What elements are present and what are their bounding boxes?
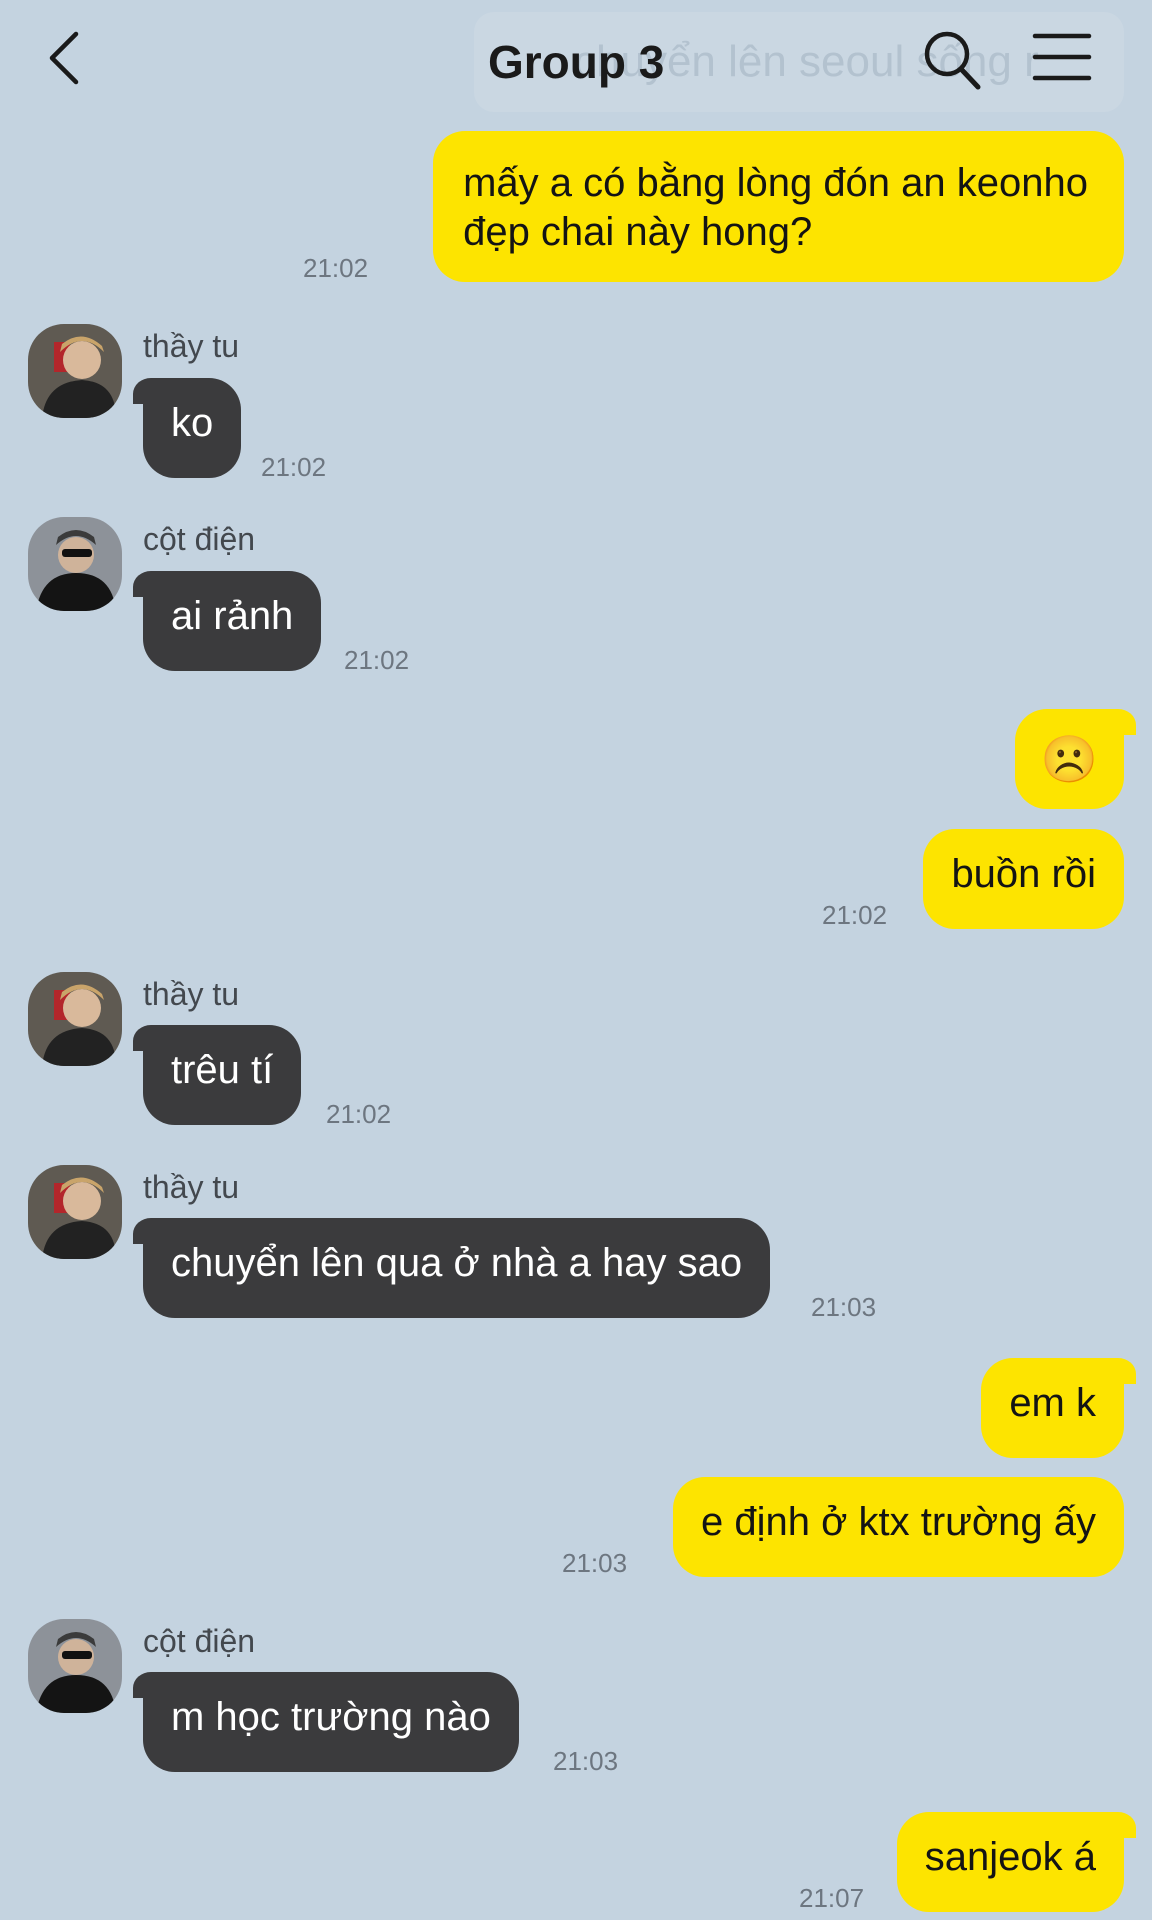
avatar-thay-tu[interactable]	[28, 324, 122, 418]
message-time: 21:02	[822, 900, 888, 930]
message-text: buồn rồi	[951, 852, 1096, 896]
message-time: 21:02	[326, 1099, 392, 1129]
frowning-face-emoji: ☹️	[1040, 733, 1098, 785]
avatar-photo-icon	[28, 324, 122, 418]
chat-header: chuyển lên seoul sống r Group 3	[0, 0, 1152, 120]
message-time: 21:02	[261, 452, 327, 482]
message-text: m học trường nào	[171, 1695, 491, 1739]
message-time: 21:02	[344, 645, 410, 675]
sender-name: thầy tu	[143, 1169, 240, 1205]
menu-button[interactable]	[1032, 30, 1092, 84]
incoming-message-bubble[interactable]: ko	[132, 378, 242, 478]
avatar-photo-icon	[28, 972, 122, 1066]
hamburger-menu-icon	[1032, 33, 1092, 81]
message-text: đẹp chai này hong?	[463, 210, 813, 254]
message-time: 21:03	[562, 1548, 628, 1578]
avatar-thay-tu[interactable]	[28, 972, 122, 1066]
message-time: 21:02	[303, 253, 369, 283]
message-text: ai rảnh	[171, 594, 294, 638]
avatar-photo-icon	[28, 1619, 122, 1713]
message-time: 21:07	[799, 1883, 865, 1913]
message-text: e định ở ktx trường ấy	[701, 1500, 1096, 1544]
message-text: trêu tí	[171, 1048, 274, 1092]
outgoing-message-bubble[interactable]: ☹️	[1014, 709, 1137, 809]
avatar-photo-icon	[28, 1165, 122, 1259]
message-text: mấy a có bằng lòng đón an keonho	[463, 161, 1088, 205]
outgoing-message-bubble[interactable]: buồn rồi	[923, 829, 1124, 929]
chat-title: Group 3	[488, 36, 665, 88]
avatar-thay-tu[interactable]	[28, 1165, 122, 1259]
message-time: 21:03	[811, 1292, 877, 1322]
message-text: sanjeok á	[924, 1835, 1096, 1879]
search-button[interactable]	[922, 28, 982, 92]
outgoing-message-bubble[interactable]: e định ở ktx trường ấy	[673, 1477, 1124, 1577]
sender-name: thầy tu	[143, 976, 240, 1012]
sender-name: cột điện	[143, 521, 256, 557]
sender-name: thầy tu	[143, 328, 240, 364]
avatar-photo-icon	[28, 517, 122, 611]
chevron-left-icon	[49, 31, 79, 85]
outgoing-message-bubble[interactable]: mấy a có bằng lòng đón an keonho đẹp cha…	[433, 131, 1124, 282]
message-text: em k	[1009, 1381, 1096, 1425]
outgoing-message-bubble[interactable]: em k	[981, 1358, 1136, 1458]
incoming-message-bubble[interactable]: chuyển lên qua ở nhà a hay sao	[132, 1218, 771, 1318]
incoming-message-bubble[interactable]: trêu tí	[132, 1025, 302, 1125]
avatar-cot-dien[interactable]	[28, 517, 122, 611]
message-text: ko	[171, 401, 214, 445]
search-icon	[924, 31, 981, 90]
incoming-message-bubble[interactable]: m học trường nào	[133, 1672, 519, 1772]
back-button[interactable]	[40, 28, 90, 88]
message-time: 21:03	[553, 1746, 619, 1776]
incoming-message-bubble[interactable]: ai rảnh	[132, 571, 322, 671]
outgoing-message-bubble[interactable]: sanjeok á	[896, 1812, 1137, 1912]
avatar-cot-dien[interactable]	[28, 1619, 122, 1713]
sender-name: cột điện	[143, 1623, 256, 1659]
message-text: chuyển lên qua ở nhà a hay sao	[171, 1241, 743, 1285]
